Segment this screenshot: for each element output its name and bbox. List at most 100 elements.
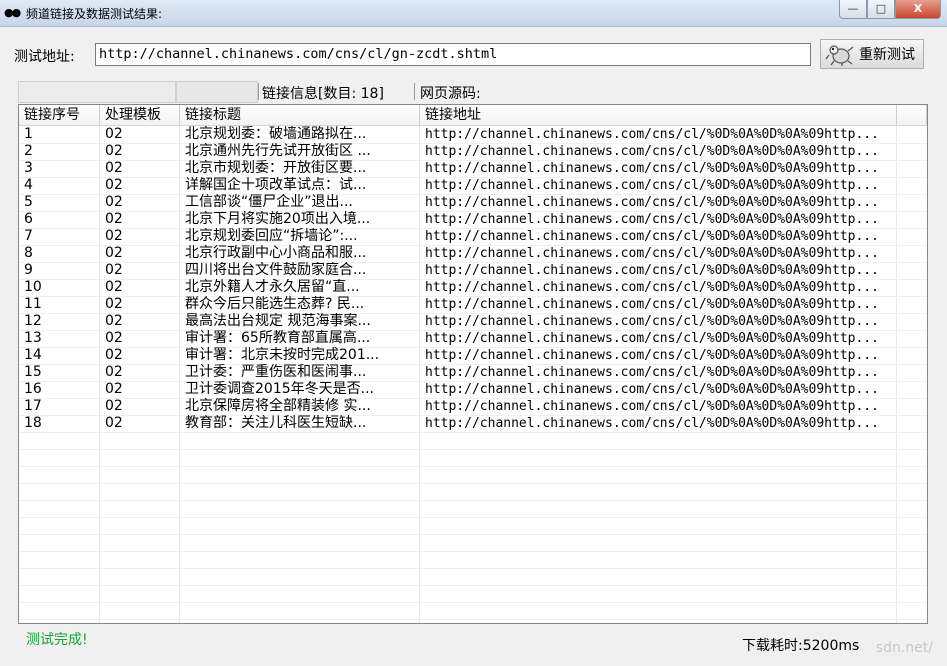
close-button[interactable]: X <box>895 0 941 19</box>
maximize-button[interactable]: □ <box>867 0 895 19</box>
retest-button-label: 重新测试 <box>859 47 915 63</box>
table-row[interactable]: 1 02 北京规划委：破墙通路拟在... http://channel.chinane… <box>19 126 927 144</box>
empty-row <box>19 466 927 484</box>
minimize-button[interactable]: — <box>839 0 867 19</box>
bug-icon <box>825 45 854 66</box>
download-time: 下载耗时:5200ms <box>742 638 860 654</box>
url-input[interactable] <box>95 43 811 66</box>
column-header-index[interactable]: 链接序号 <box>19 105 100 125</box>
empty-row <box>19 483 927 501</box>
table-row[interactable]: 16 02 卫计委调查2015年冬天是否... http://channel.chin… <box>19 381 927 399</box>
table-row[interactable]: 2 02 北京通州先行先试开放街区 ... http://channel.chinan… <box>19 143 927 161</box>
table-row[interactable]: 17 02 北京保障房将全部精装修 实... http://channel.china… <box>19 398 927 416</box>
row-url: http://channel.chinanews.com/cns/cl/%0D%… <box>425 365 879 380</box>
row-index: 14 <box>24 347 42 363</box>
row-template: 02 <box>105 415 123 431</box>
row-url: http://channel.chinanews.com/cns/cl/%0D%… <box>425 229 879 244</box>
window-title: 频道链接及数据测试结果: <box>26 7 163 21</box>
row-template: 02 <box>105 279 123 295</box>
row-template: 02 <box>105 313 123 329</box>
row-url: http://channel.chinanews.com/cns/cl/%0D%… <box>425 144 879 159</box>
row-index: 12 <box>24 313 42 329</box>
table-row[interactable]: 7 02 北京规划委回应“拆墙论”:... http://channel.chinan… <box>19 228 927 246</box>
row-index: 9 <box>24 262 33 278</box>
empty-row <box>19 517 927 535</box>
row-title: 审计署：北京未按时完成201... <box>185 347 380 363</box>
row-title: 北京规划委：破墙通路拟在... <box>185 126 367 142</box>
table-row[interactable]: 15 02 卫计委：严重伤医和医闹事... http://channel.chinan… <box>19 364 927 382</box>
row-template: 02 <box>105 330 123 346</box>
row-template: 02 <box>105 347 123 363</box>
row-url: http://channel.chinanews.com/cns/cl/%0D%… <box>425 297 879 312</box>
table-row[interactable]: 10 02 北京外籍人才永久居留“直... http://channel.chinan… <box>19 279 927 297</box>
column-header-url[interactable]: 链接地址 <box>420 105 897 125</box>
row-template: 02 <box>105 228 123 244</box>
empty-row <box>19 432 927 450</box>
table-row[interactable]: 9 02 四川将出台文件鼓励家庭合... http://channel.chinane… <box>19 262 927 280</box>
column-header-filler <box>897 105 927 125</box>
empty-row <box>19 551 927 569</box>
row-index: 2 <box>24 143 33 159</box>
empty-row <box>19 585 927 603</box>
row-index: 13 <box>24 330 42 346</box>
row-template: 02 <box>105 143 123 159</box>
row-index: 10 <box>24 279 42 295</box>
row-title: 卫计委：严重伤医和医闹事... <box>185 364 367 380</box>
row-template: 02 <box>105 262 123 278</box>
row-template: 02 <box>105 126 123 142</box>
column-header-template[interactable]: 处理模板 <box>100 105 180 125</box>
table-row[interactable]: 3 02 北京市规划委：开放街区要... http://channel.chinane… <box>19 160 927 178</box>
retest-button[interactable]: 重新测试 <box>820 39 924 69</box>
row-title: 详解国企十项改革试点：试... <box>185 177 367 193</box>
column-header-title[interactable]: 链接标题 <box>180 105 420 125</box>
owl-eyes-icon: ●● <box>4 6 21 19</box>
row-url: http://channel.chinanews.com/cns/cl/%0D%… <box>425 382 879 397</box>
row-title: 北京规划委回应“拆墙论”:... <box>185 228 358 244</box>
title-bar[interactable]: ●● 频道链接及数据测试结果: — □ X <box>0 0 947 27</box>
row-url: http://channel.chinanews.com/cns/cl/%0D%… <box>425 399 879 414</box>
window-controls: — □ X <box>839 0 941 19</box>
empty-row <box>19 500 927 518</box>
row-index: 16 <box>24 381 42 397</box>
table-row[interactable]: 11 02 群众今后只能选生态葬? 民... http://channel.china… <box>19 296 927 314</box>
row-template: 02 <box>105 398 123 414</box>
row-title: 北京市规划委：开放街区要... <box>185 160 367 176</box>
table-row[interactable]: 13 02 审计署：65所教育部直属高... http://channel.china… <box>19 330 927 348</box>
row-title: 教育部：关注儿科医生短缺... <box>185 415 367 431</box>
row-template: 02 <box>105 296 123 312</box>
row-url: http://channel.chinanews.com/cns/cl/%0D%… <box>425 348 879 363</box>
table-row[interactable]: 4 02 详解国企十项改革试点：试... http://channel.chinane… <box>19 177 927 195</box>
table-row[interactable]: 6 02 北京下月将实施20项出入境... http://channel.chinan… <box>19 211 927 229</box>
row-url: http://channel.chinanews.com/cns/cl/%0D%… <box>425 212 879 227</box>
row-template: 02 <box>105 194 123 210</box>
row-title: 审计署：65所教育部直属高... <box>185 330 371 346</box>
status-segment-1 <box>18 81 176 103</box>
row-url: http://channel.chinanews.com/cns/cl/%0D%… <box>425 416 879 431</box>
row-title: 最高法出台规定 规范海事案... <box>185 313 371 329</box>
table-row[interactable]: 5 02 工信部谈“僵尸企业”退出... http://channel.chinane… <box>19 194 927 212</box>
url-label: 测试地址: <box>14 49 75 65</box>
table-row[interactable]: 8 02 北京行政副中心小商品和服... http://channel.chinane… <box>19 245 927 263</box>
status-segment-2 <box>176 81 258 103</box>
watermark: sdn.net/ <box>875 640 933 656</box>
test-status: 测试完成! <box>26 632 88 648</box>
table-row[interactable]: 14 02 审计署：北京未按时完成201... http://channel.chin… <box>19 347 927 365</box>
links-listview[interactable]: 链接序号 处理模板 链接标题 链接地址 1 0 2 北京规划委：破墙通路拟在... ht… <box>18 104 928 624</box>
row-title: 四川将出台文件鼓励家庭合... <box>185 262 367 278</box>
row-title: 北京下月将实施20项出入境... <box>185 211 371 227</box>
page-source-label: 网页源码: <box>420 86 481 102</box>
row-title: 北京保障房将全部精装修 实... <box>185 398 371 414</box>
row-url: http://channel.chinanews.com/cns/cl/%0D%… <box>425 246 879 261</box>
table-row[interactable]: 18 02 教育部：关注儿科医生短缺... http://channel.chinan… <box>19 415 927 433</box>
row-index: 5 <box>24 194 33 210</box>
link-info-label: 链接信息[数目: 18] <box>262 86 384 102</box>
status-divider <box>258 83 259 100</box>
row-index: 4 <box>24 177 33 193</box>
row-url: http://channel.chinanews.com/cns/cl/%0D%… <box>425 314 879 329</box>
table-row[interactable]: 12 02 最高法出台规定 规范海事案... http://channel.china… <box>19 313 927 331</box>
row-url: http://channel.chinanews.com/cns/cl/%0D%… <box>425 263 879 278</box>
row-index: 11 <box>24 296 42 312</box>
row-template: 02 <box>105 245 123 261</box>
row-template: 02 <box>105 160 123 176</box>
row-template: 02 <box>105 211 123 227</box>
